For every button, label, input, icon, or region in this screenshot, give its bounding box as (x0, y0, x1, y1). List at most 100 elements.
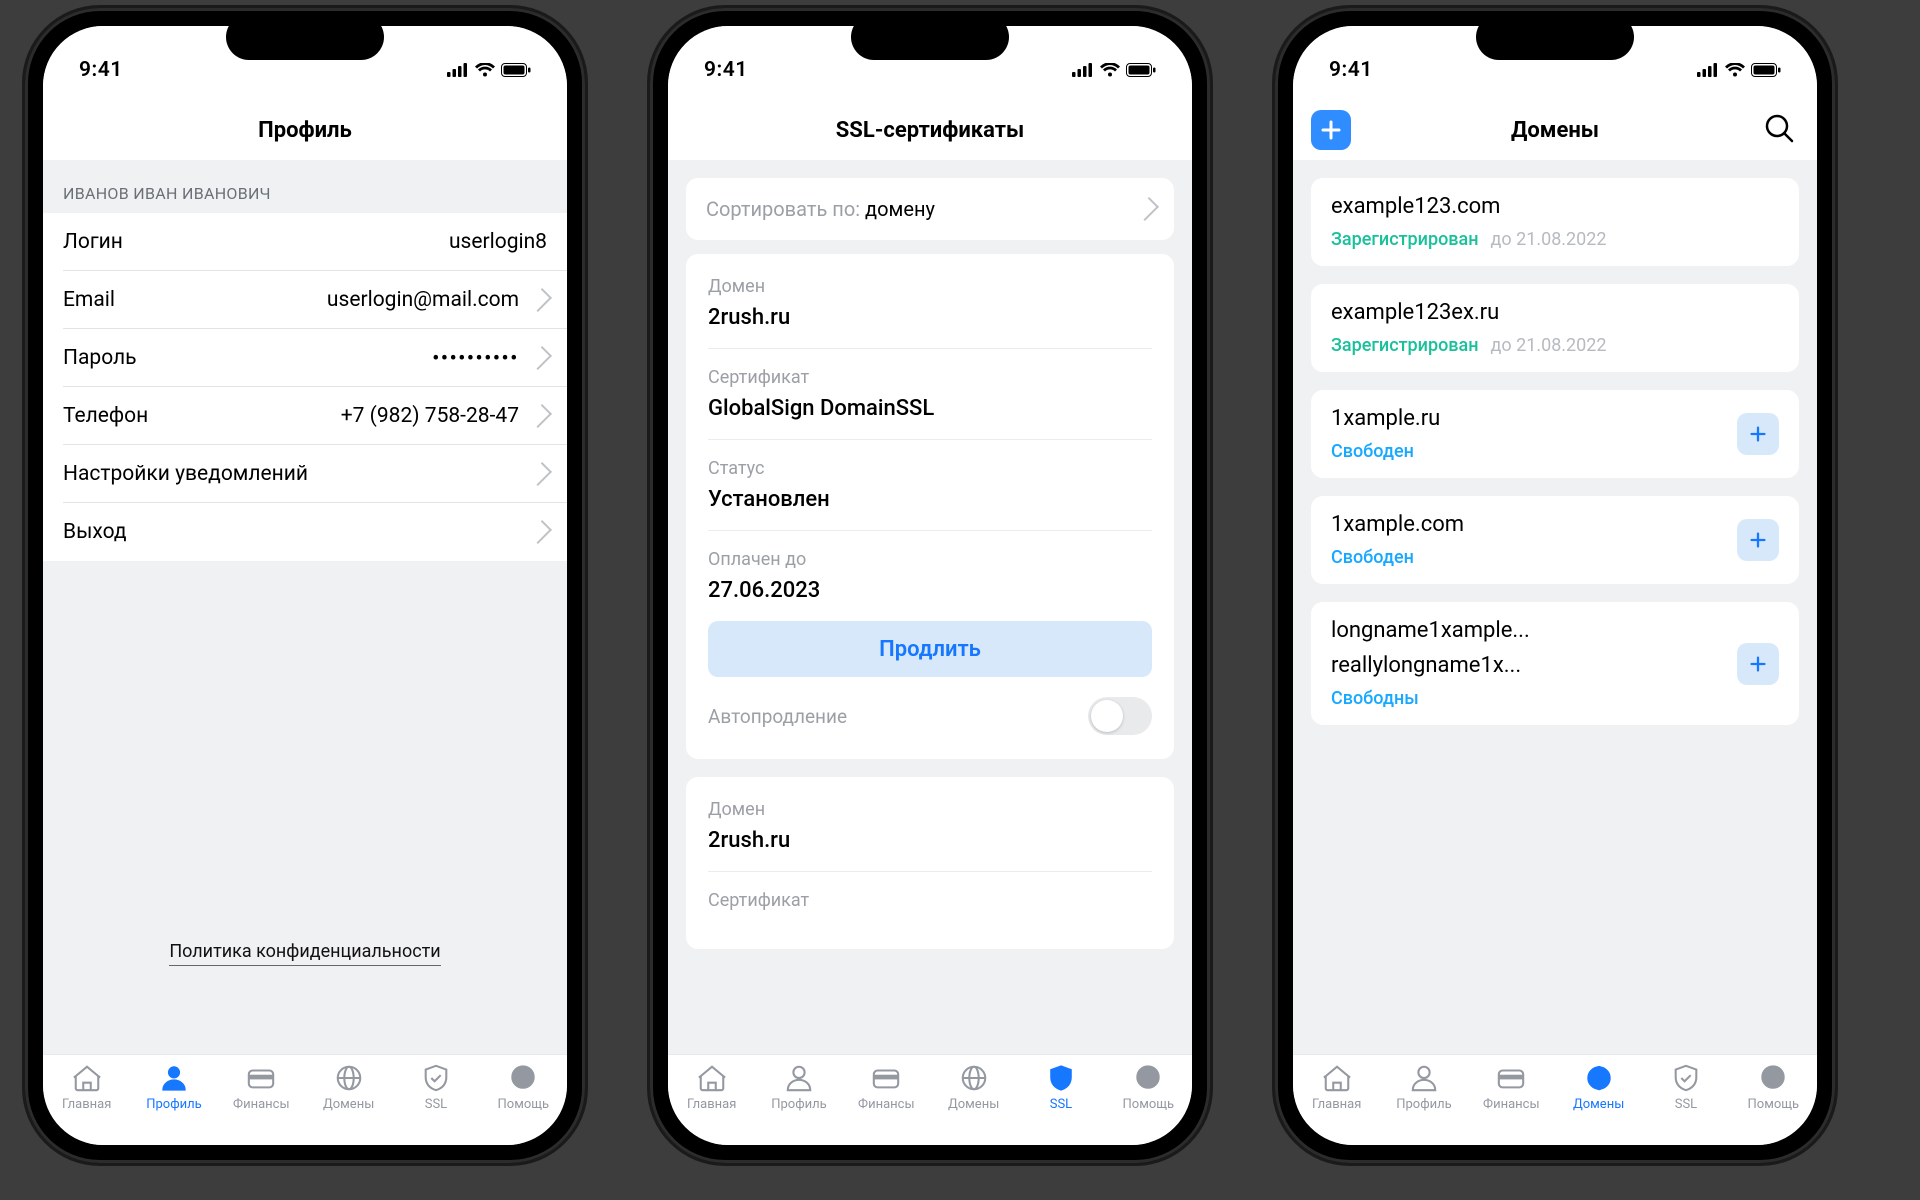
tab-ssl[interactable]: SSL (1646, 1063, 1726, 1112)
dynamic-island (1476, 14, 1634, 60)
owner-header: ИВАНОВ ИВАН ИВАНОВИЧ (43, 160, 567, 213)
navbar: Домены (1293, 100, 1817, 160)
domain-card-name-2: reallylongname1x... (1331, 653, 1725, 678)
domain-label: Домен (708, 276, 1152, 297)
tab-finances[interactable]: Финансы (221, 1063, 301, 1112)
battery-icon (1751, 63, 1781, 77)
chevron-right-icon (528, 462, 552, 486)
row-logout[interactable]: Выход (43, 503, 567, 561)
dynamic-island (226, 14, 384, 60)
cellular-icon (1697, 63, 1719, 77)
tab-profile[interactable]: Профиль (134, 1063, 214, 1112)
status-time: 9:41 (1329, 58, 1373, 82)
domain-card[interactable]: 1xample.com Свободен (1311, 496, 1799, 584)
navbar: Профиль (43, 100, 567, 160)
domain-card-name: example123ex.ru (1331, 300, 1779, 325)
tab-bar: Главная Профиль Финансы Домены SSL (668, 1054, 1192, 1145)
ssl-card: Домен 2rush.ru Сертификат GlobalSign Dom… (686, 254, 1174, 759)
status-label: Статус (708, 458, 1152, 479)
row-email[interactable]: Email userlogin@mail.com (43, 271, 567, 329)
tab-ssl[interactable]: SSL (1021, 1063, 1101, 1112)
domain-card[interactable]: longname1xample... reallylongname1x... Сво… (1311, 602, 1799, 725)
domain-card-name: 1xample.com (1331, 512, 1725, 537)
navbar: SSL-сертификаты (668, 100, 1192, 160)
row-phone[interactable]: Телефон +7 (982) 758-28-47 (43, 387, 567, 445)
domain-card[interactable]: example123ex.ru Зарегистрировандо 21.08.2… (1311, 284, 1799, 372)
privacy-link-wrap: Политика конфиденциальности (43, 941, 567, 972)
phone-label: Телефон (63, 404, 148, 428)
sort-label: Сортировать по: домену (706, 197, 935, 221)
cellular-icon (447, 63, 469, 77)
cert-value: GlobalSign DomainSSL (708, 396, 1152, 421)
phone-value: +7 (982) 758-28-47 (341, 404, 547, 428)
profile-list: Логин userlogin8 Email userlogin@mail.co… (43, 213, 567, 561)
search-icon (1763, 112, 1795, 144)
domain-card-status: Свободен (1331, 441, 1725, 462)
domain-card-status: Зарегистрировандо 21.08.2022 (1331, 229, 1779, 250)
domain-add-button[interactable] (1737, 413, 1779, 455)
plus-icon (1747, 529, 1769, 551)
notifications-label: Настройки уведомлений (63, 462, 308, 486)
search-button[interactable] (1763, 112, 1795, 148)
cellular-icon (1072, 63, 1094, 77)
tab-profile[interactable]: Профиль (759, 1063, 839, 1112)
status-icons (1072, 63, 1156, 77)
add-domain-button[interactable] (1311, 110, 1351, 150)
tab-profile[interactable]: Профиль (1384, 1063, 1464, 1112)
plus-icon (1747, 423, 1769, 445)
ssl-card-2: Домен 2rush.ru Сертификат (686, 777, 1174, 949)
paid-until-label: Оплачен до (708, 549, 1152, 570)
domain-card[interactable]: example123.com Зарегистрировандо 21.08.20… (1311, 178, 1799, 266)
domain-card[interactable]: 1xample.ruСвободен (1311, 390, 1799, 478)
tab-bar: Главная Профиль Финансы Домены SSL (43, 1054, 567, 1145)
row-login[interactable]: Логин userlogin8 (43, 213, 567, 271)
autorenew-label: Автопродление (708, 705, 847, 728)
tab-help[interactable]: Помощь (1108, 1063, 1188, 1112)
chevron-right-icon (528, 288, 552, 312)
row-notifications[interactable]: Настройки уведомлений (43, 445, 567, 503)
wifi-icon (475, 63, 495, 77)
tab-help[interactable]: Помощь (483, 1063, 563, 1112)
page-title: SSL-сертификаты (836, 118, 1024, 143)
domain-add-button[interactable] (1737, 519, 1779, 561)
tab-ssl[interactable]: SSL (396, 1063, 476, 1112)
tab-home[interactable]: Главная (1297, 1063, 1377, 1112)
sort-control[interactable]: Сортировать по: домену (686, 178, 1174, 240)
tab-domains[interactable]: Домены (1559, 1063, 1639, 1112)
tab-finances[interactable]: Финансы (1471, 1063, 1551, 1112)
domain-card-name: longname1xample... (1331, 618, 1725, 643)
tab-help[interactable]: Помощь (1733, 1063, 1813, 1112)
domain-card-status: Зарегистрировандо 21.08.2022 (1331, 335, 1779, 356)
tab-domains[interactable]: Домены (934, 1063, 1014, 1112)
battery-icon (1126, 63, 1156, 77)
status-value: Установлен (708, 487, 1152, 512)
chevron-right-icon (528, 404, 552, 428)
login-label: Логин (63, 230, 123, 254)
domains-list: example123.com Зарегистрировандо 21.08.20… (1293, 160, 1817, 1054)
domain-card-status: Свободны (1331, 688, 1725, 709)
tab-bar: Главная Профиль Финансы Домены SSL (1293, 1054, 1817, 1145)
tab-home[interactable]: Главная (47, 1063, 127, 1112)
privacy-policy-link[interactable]: Политика конфиденциальности (169, 941, 440, 966)
tab-finances[interactable]: Финансы (846, 1063, 926, 1112)
paid-until-value: 27.06.2023 (708, 578, 1152, 603)
domain-card-status: Свободен (1331, 547, 1725, 568)
autorenew-toggle[interactable] (1088, 697, 1152, 735)
status-icons (1697, 63, 1781, 77)
email-label: Email (63, 288, 115, 312)
status-icons (447, 63, 531, 77)
row-password[interactable]: Пароль •••••••••• (43, 329, 567, 387)
tab-home[interactable]: Главная (672, 1063, 752, 1112)
status-time: 9:41 (79, 58, 123, 82)
page-title: Домены (1511, 118, 1599, 143)
domain-label: Домен (708, 799, 1152, 820)
renew-button[interactable]: Продлить (708, 621, 1152, 677)
autorenew-row: Автопродление (686, 677, 1174, 739)
page-title: Профиль (258, 118, 352, 143)
wifi-icon (1100, 63, 1120, 77)
domain-value: 2rush.ru (708, 828, 1152, 853)
domain-card-name: example123.com (1331, 194, 1779, 219)
domain-add-button[interactable] (1737, 643, 1779, 685)
wifi-icon (1725, 63, 1745, 77)
tab-domains[interactable]: Домены (309, 1063, 389, 1112)
